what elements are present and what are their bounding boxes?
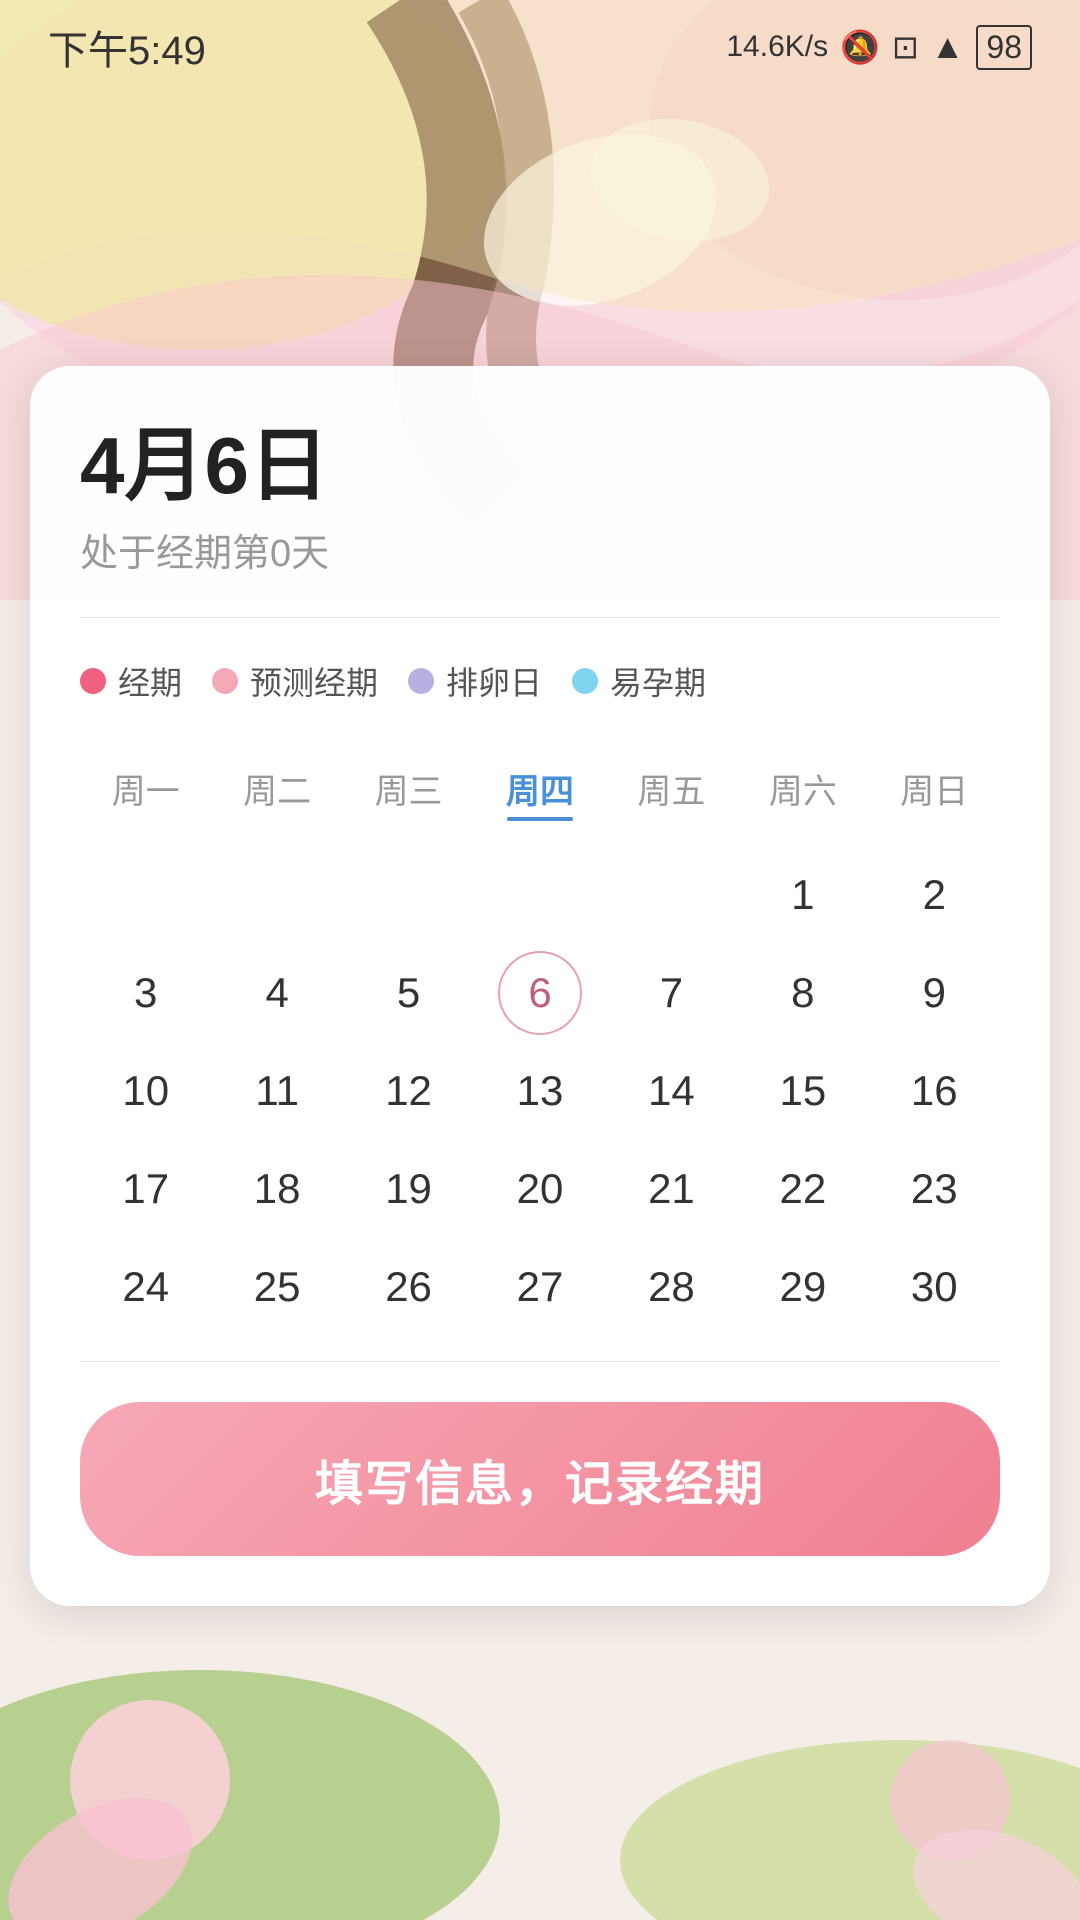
cal-day-15[interactable]: 15 [737, 1047, 868, 1135]
cal-day-13[interactable]: 13 [474, 1047, 605, 1135]
status-time: 下午5:49 [48, 18, 206, 76]
period-dot [80, 668, 106, 694]
cal-day-7[interactable]: 7 [606, 949, 737, 1037]
network-speed: 14.6K/s [726, 30, 828, 64]
cal-day-empty3[interactable] [343, 851, 474, 939]
ovulation-dot [408, 668, 434, 694]
cal-day-28[interactable]: 28 [606, 1243, 737, 1331]
status-bar: 下午5:49 14.6K/s 🔕 ⊡ ▲ 98 [0, 0, 1080, 86]
wifi-icon: ▲ [931, 28, 965, 67]
ovulation-label: 排卵日 [446, 658, 542, 704]
cal-day-11[interactable]: 11 [211, 1047, 342, 1135]
cal-day-9[interactable]: 9 [869, 949, 1000, 1037]
cal-day-8[interactable]: 8 [737, 949, 868, 1037]
weekday-tue: 周二 [211, 754, 342, 831]
cal-day-18[interactable]: 18 [211, 1145, 342, 1233]
weekday-headers: 周一 周二 周三 周四 周五 周六 周日 [80, 754, 1000, 831]
cal-day-4[interactable]: 4 [211, 949, 342, 1037]
weekday-thu: 周四 [474, 754, 605, 831]
cal-day-empty4[interactable] [474, 851, 605, 939]
bottom-divider [80, 1361, 1000, 1362]
cal-day-29[interactable]: 29 [737, 1243, 868, 1331]
date-subtitle: 处于经期第0天 [80, 522, 1000, 577]
legend-fertile: 易孕期 [572, 658, 706, 704]
weekday-fri: 周五 [606, 754, 737, 831]
cal-day-2[interactable]: 2 [869, 851, 1000, 939]
calendar-card: 4月6日 处于经期第0天 经期 预测经期 排卵日 易孕期 周一 周二 周三 周四… [30, 366, 1050, 1606]
predicted-dot [212, 668, 238, 694]
cal-day-22[interactable]: 22 [737, 1145, 868, 1233]
calendar-grid: 1 2 3 4 5 6 7 8 9 10 11 12 13 14 15 16 1… [80, 851, 1000, 1331]
weekday-wed: 周三 [343, 754, 474, 831]
cal-day-16[interactable]: 16 [869, 1047, 1000, 1135]
cal-day-27[interactable]: 27 [474, 1243, 605, 1331]
status-icons: 14.6K/s 🔕 ⊡ ▲ 98 [726, 25, 1032, 70]
cal-day-23[interactable]: 23 [869, 1145, 1000, 1233]
cal-day-empty2[interactable] [211, 851, 342, 939]
battery-icon: 98 [976, 25, 1032, 70]
cal-day-empty1[interactable] [80, 851, 211, 939]
record-period-button[interactable]: 填写信息，记录经期 [80, 1402, 1000, 1556]
cal-day-1[interactable]: 1 [737, 851, 868, 939]
cal-day-6[interactable]: 6 [474, 949, 605, 1037]
top-divider [80, 617, 1000, 618]
cal-day-20[interactable]: 20 [474, 1145, 605, 1233]
fertile-dot [572, 668, 598, 694]
weekday-mon: 周一 [80, 754, 211, 831]
cal-day-30[interactable]: 30 [869, 1243, 1000, 1331]
legend-ovulation: 排卵日 [408, 658, 542, 704]
period-label: 经期 [118, 658, 182, 704]
cal-day-empty5[interactable] [606, 851, 737, 939]
fertile-label: 易孕期 [610, 658, 706, 704]
date-title: 4月6日 [80, 426, 1000, 506]
cal-day-25[interactable]: 25 [211, 1243, 342, 1331]
weekday-sun: 周日 [869, 754, 1000, 831]
sim-icon: ⊡ [892, 28, 919, 66]
cal-day-26[interactable]: 26 [343, 1243, 474, 1331]
legend-period: 经期 [80, 658, 182, 704]
cal-day-21[interactable]: 21 [606, 1145, 737, 1233]
weekday-sat: 周六 [737, 754, 868, 831]
cal-day-12[interactable]: 12 [343, 1047, 474, 1135]
cal-day-14[interactable]: 14 [606, 1047, 737, 1135]
cal-day-5[interactable]: 5 [343, 949, 474, 1037]
predicted-label: 预测经期 [250, 658, 378, 704]
mute-icon: 🔕 [840, 28, 880, 66]
calendar-legend: 经期 预测经期 排卵日 易孕期 [80, 658, 1000, 704]
cal-day-19[interactable]: 19 [343, 1145, 474, 1233]
cal-day-17[interactable]: 17 [80, 1145, 211, 1233]
cal-day-24[interactable]: 24 [80, 1243, 211, 1331]
legend-predicted: 预测经期 [212, 658, 378, 704]
cal-day-3[interactable]: 3 [80, 949, 211, 1037]
cal-day-10[interactable]: 10 [80, 1047, 211, 1135]
